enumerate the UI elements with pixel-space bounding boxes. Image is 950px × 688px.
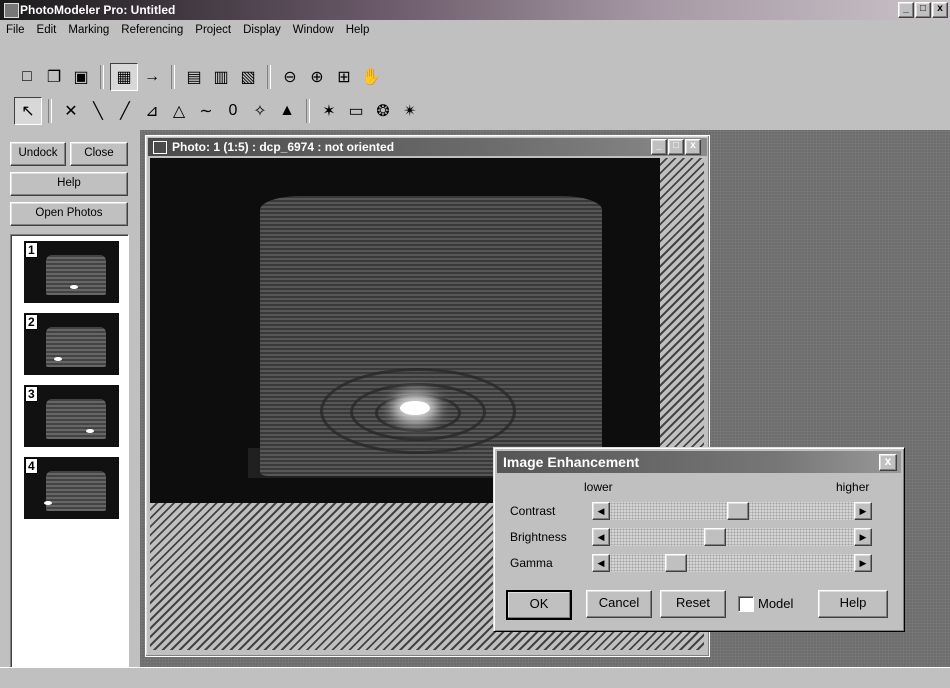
photo-window-title-bar[interactable]: Photo: 1 (1:5) : dcp_6974 : not oriented…	[148, 138, 707, 156]
zoom-out-icon[interactable]: ⊖	[277, 64, 303, 90]
triangle-icon[interactable]: ▲	[274, 98, 300, 124]
gamma-label: Gamma	[510, 556, 553, 570]
mark-surface-icon[interactable]: △	[166, 98, 192, 124]
cancel-button[interactable]: Cancel	[586, 590, 652, 618]
model-checkbox[interactable]	[738, 596, 754, 612]
scroll-left-arrow-icon[interactable]: ◀	[592, 554, 610, 572]
brightness-slider-row: Brightness ◀ ▶	[502, 526, 892, 548]
toolbar-separator	[171, 65, 175, 89]
photo-thumbnail[interactable]: 4	[24, 457, 119, 519]
photo-thumbnail[interactable]: 2	[24, 313, 119, 375]
higher-label: higher	[836, 480, 870, 494]
menu-project[interactable]: Project	[189, 24, 237, 36]
mark-cylinder-icon[interactable]: 0	[220, 98, 246, 124]
mark-line-icon[interactable]: ╲	[85, 98, 111, 124]
image-enhancement-dialog: Image Enhancement x lower higher Contras…	[493, 447, 905, 632]
minimize-button[interactable]: _	[898, 2, 914, 18]
mark-curve-icon[interactable]: ∼	[193, 98, 219, 124]
photo-list-panel: Undock Close Help Open Photos 1 2 3 4	[0, 130, 140, 669]
process-icon[interactable]: ❂	[370, 98, 396, 124]
contrast-slider[interactable]: ◀ ▶	[592, 502, 872, 520]
photo-view-icon[interactable]: ▤	[181, 64, 207, 90]
undock-button[interactable]: Undock	[10, 142, 66, 166]
photo-minimize-button[interactable]: _	[651, 139, 667, 155]
reference-icon[interactable]: ✶	[316, 98, 342, 124]
thumbnail-number: 1	[25, 242, 38, 258]
scroll-left-arrow-icon[interactable]: ◀	[592, 502, 610, 520]
tools-icon[interactable]: ✴	[397, 98, 423, 124]
scroll-right-arrow-icon[interactable]: ▶	[854, 554, 872, 572]
app-title-bar[interactable]: PhotoModeler Pro: Untitled _ □ x	[0, 0, 950, 20]
ok-button[interactable]: OK	[506, 590, 572, 620]
brightness-label: Brightness	[510, 530, 567, 544]
thumbnail-number: 4	[25, 458, 38, 474]
lower-label: lower	[584, 480, 613, 494]
menu-display[interactable]: Display	[237, 24, 287, 36]
maximize-button[interactable]: □	[915, 2, 931, 18]
table-view-icon[interactable]: ▥	[208, 64, 234, 90]
target-icon[interactable]: ✧	[247, 98, 273, 124]
toolbar-separator	[48, 99, 52, 123]
toolbar-separator	[100, 65, 104, 89]
contrast-label: Contrast	[510, 504, 556, 518]
photo-window-title: Photo: 1 (1:5) : dcp_6974 : not oriented	[172, 140, 395, 154]
open-photos-button[interactable]: Open Photos	[10, 202, 128, 226]
gamma-slider[interactable]: ◀ ▶	[592, 554, 872, 572]
app-title: PhotoModeler Pro: Untitled	[20, 3, 176, 17]
thumbnail-list: 1 2 3 4	[10, 234, 129, 669]
dialog-close-button[interactable]: x	[879, 454, 897, 471]
dialog-title-bar[interactable]: Image Enhancement x	[497, 451, 901, 473]
mark-corner-icon[interactable]: ⊿	[139, 98, 165, 124]
dialog-title: Image Enhancement	[503, 454, 640, 470]
menu-edit[interactable]: Edit	[31, 24, 63, 36]
menu-bar: File Edit Marking Referencing Project Display…	[0, 20, 950, 40]
3d-view-icon[interactable]: ▧	[235, 64, 261, 90]
points-table-icon[interactable]: →	[139, 64, 165, 90]
contrast-slider-thumb[interactable]	[726, 502, 749, 520]
menu-window[interactable]: Window	[287, 24, 340, 36]
mark-point-icon[interactable]: ✕	[58, 98, 84, 124]
photo-window-icon	[153, 141, 167, 154]
toolbar-main: □ ❐ ▣ ▦ → ▤ ▥ ▧ ⊖ ⊕ ⊞ ✋	[14, 62, 384, 92]
model-label: Model	[758, 596, 794, 611]
close-button[interactable]: x	[932, 2, 948, 18]
menu-help[interactable]: Help	[340, 24, 376, 36]
thumbnails-icon[interactable]: ▦	[110, 63, 138, 91]
gamma-slider-row: Gamma ◀ ▶	[502, 552, 892, 574]
new-icon[interactable]: □	[14, 64, 40, 90]
menu-referencing[interactable]: Referencing	[115, 24, 189, 36]
thumbnail-number: 2	[25, 314, 38, 330]
menu-marking[interactable]: Marking	[62, 24, 115, 36]
toolbar-separator	[306, 99, 310, 123]
pointer-icon[interactable]: ↖	[14, 97, 42, 125]
gamma-slider-thumb[interactable]	[665, 554, 687, 572]
brightness-slider-thumb[interactable]	[703, 528, 726, 546]
close-panel-button[interactable]: Close	[70, 142, 128, 166]
help-button[interactable]: Help	[10, 172, 128, 196]
brightness-slider[interactable]: ◀ ▶	[592, 528, 872, 546]
scroll-right-arrow-icon[interactable]: ▶	[854, 528, 872, 546]
reset-button[interactable]: Reset	[660, 590, 726, 618]
open-folder-icon[interactable]: ❐	[41, 64, 67, 90]
menu-file[interactable]: File	[0, 24, 31, 36]
toolbar-marking: ↖ ✕ ╲ ╱ ⊿ △ ∼ 0 ✧ ▲ ✶ ▭ ❂ ✴	[14, 96, 423, 126]
photo-close-button[interactable]: x	[685, 139, 701, 155]
tape-measure-icon[interactable]: ▭	[343, 98, 369, 124]
app-icon	[4, 3, 19, 18]
pan-hand-icon[interactable]: ✋	[358, 64, 384, 90]
mark-edge-icon[interactable]: ╱	[112, 98, 138, 124]
save-icon[interactable]: ▣	[68, 64, 94, 90]
photo-thumbnail[interactable]: 3	[24, 385, 119, 447]
thumbnail-number: 3	[25, 386, 38, 402]
status-bar	[0, 667, 950, 688]
zoom-in-icon[interactable]: ⊕	[304, 64, 330, 90]
zoom-fit-icon[interactable]: ⊞	[331, 64, 357, 90]
photo-thumbnail[interactable]: 1	[24, 241, 119, 303]
toolbar-separator	[267, 65, 271, 89]
dialog-help-button[interactable]: Help	[818, 590, 888, 618]
contrast-slider-row: Contrast ◀ ▶	[502, 500, 892, 522]
photo-maximize-button[interactable]: □	[668, 139, 684, 155]
scroll-left-arrow-icon[interactable]: ◀	[592, 528, 610, 546]
scroll-right-arrow-icon[interactable]: ▶	[854, 502, 872, 520]
